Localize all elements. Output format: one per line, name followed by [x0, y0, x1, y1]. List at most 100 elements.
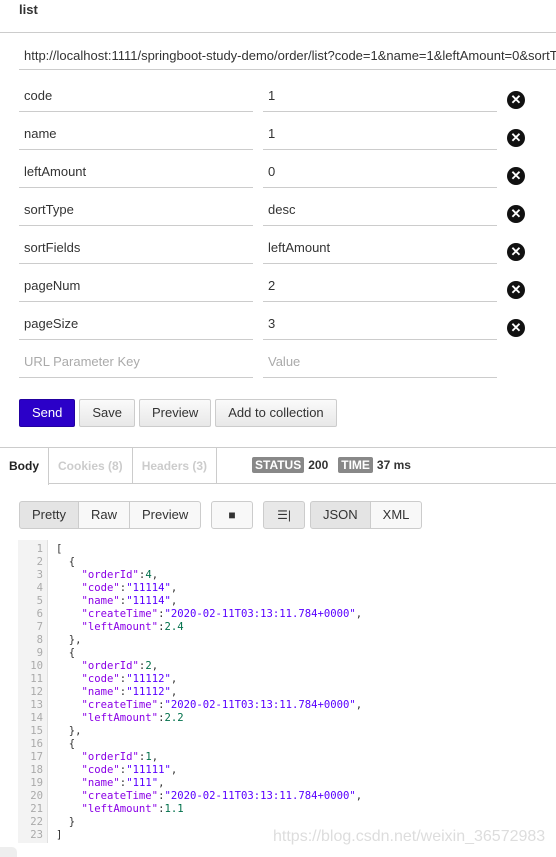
line-number: 1 — [36, 543, 43, 555]
response-body[interactable]: 1[2 {3 "orderId":4, 4 "code":"11114", 5 "n… — [18, 543, 362, 842]
code-token: "orderId" — [81, 569, 139, 581]
code-token: [ — [56, 543, 63, 555]
pretty-button[interactable]: Pretty — [19, 501, 79, 529]
line-number: 11 — [30, 673, 43, 685]
request-actions: Send Save Preview Add to collection — [19, 399, 337, 427]
xml-button[interactable]: XML — [370, 501, 423, 529]
param-value-input[interactable]: 3 — [263, 310, 497, 340]
json-button[interactable]: JSON — [310, 501, 371, 529]
code-token: "code" — [81, 673, 120, 685]
param-value-input[interactable]: leftAmount — [263, 234, 497, 264]
line-number: 10 — [30, 660, 43, 672]
watermark: https://blog.csdn.net/weixin_36572983 — [273, 828, 546, 845]
code-token: , — [151, 660, 159, 672]
send-button[interactable]: Send — [19, 399, 76, 427]
param-value-input[interactable]: 1 — [263, 82, 497, 112]
save-button[interactable]: Save — [79, 399, 136, 427]
code-token: , — [355, 608, 363, 620]
code-token: , — [355, 790, 363, 802]
code-token: , — [170, 686, 178, 698]
line-number: 13 — [30, 699, 43, 711]
line-number: 22 — [30, 816, 43, 828]
code-token: "11112" — [126, 673, 171, 685]
wrap-lines-button[interactable]: ☰| — [263, 501, 305, 529]
url-input[interactable]: http://localhost:1111/springboot-study-d… — [19, 40, 556, 70]
code-token: "orderId" — [81, 660, 139, 672]
param-row: sortType desc ✕ — [19, 196, 539, 226]
line-number: 9 — [36, 647, 43, 659]
code-line: 20 "createTime":"2020-02-11T03:13:11.784… — [18, 790, 362, 803]
preview-button[interactable]: Preview — [139, 399, 212, 427]
line-number: 23 — [30, 829, 43, 841]
code-token: "name" — [81, 777, 120, 789]
param-row: leftAmount 0 ✕ — [19, 158, 539, 188]
code-line: 6 "createTime":"2020-02-11T03:13:11.784+… — [18, 608, 363, 621]
line-number: 21 — [30, 803, 43, 815]
param-key-input[interactable]: name — [19, 120, 253, 150]
time-badge: TIME — [338, 457, 373, 473]
preview-view-button[interactable]: Preview — [129, 501, 202, 529]
code-token: , — [158, 777, 165, 789]
line-number: 12 — [30, 686, 43, 698]
code-token: "code" — [81, 764, 120, 776]
param-row: pageSize 3 ✕ — [19, 310, 539, 340]
code-line: 14 "leftAmount":2.2 — [18, 712, 362, 725]
param-key-input[interactable]: pageNum — [19, 272, 253, 302]
close-circle-icon[interactable]: ✕ — [507, 205, 525, 223]
request-title: list — [19, 2, 38, 17]
param-key-input[interactable]: leftAmount — [19, 158, 253, 188]
code-line: 12 "name":"11112", — [18, 686, 362, 699]
code-line: 9 { — [18, 647, 362, 660]
code-token: "11112" — [126, 686, 171, 698]
code-token: "11111" — [126, 764, 171, 776]
param-value-input[interactable]: 1 — [263, 120, 497, 150]
param-key-input[interactable]: code — [19, 82, 253, 112]
close-circle-icon[interactable]: ✕ — [507, 243, 525, 261]
param-key-input[interactable]: URL Parameter Key — [19, 348, 253, 378]
code-line: 4 "code":"11114", — [18, 582, 362, 595]
tab-body[interactable]: Body — [0, 448, 49, 485]
code-token: }, — [56, 725, 82, 737]
line-number: 4 — [36, 582, 43, 594]
tab-cookies[interactable]: Cookies (8) — [49, 448, 133, 483]
code-token: , — [151, 751, 159, 763]
code-token: "code" — [81, 582, 120, 594]
param-key-input[interactable]: pageSize — [19, 310, 253, 340]
add-to-collection-button[interactable]: Add to collection — [215, 399, 337, 427]
param-value-input[interactable]: 0 — [263, 158, 497, 188]
code-line: 10 "orderId":2, — [18, 660, 362, 673]
close-circle-icon[interactable]: ✕ — [507, 91, 525, 109]
code-line: 21 "leftAmount":1.1 — [18, 803, 362, 816]
code-line: 7 "leftAmount":2.4 — [18, 621, 362, 634]
line-number: 7 — [36, 621, 43, 633]
raw-button[interactable]: Raw — [78, 501, 130, 529]
code-line: 11 "code":"11112", — [18, 673, 362, 686]
close-circle-icon[interactable]: ✕ — [507, 319, 525, 337]
param-row: sortFields leftAmount ✕ — [19, 234, 539, 264]
response-status: STATUS 200 TIME 37 ms — [252, 457, 411, 473]
param-value-input[interactable]: Value — [263, 348, 497, 378]
line-number: 5 — [36, 595, 43, 607]
response-time: 37 ms — [376, 458, 411, 472]
status-code: 200 — [308, 458, 329, 472]
param-key-input[interactable]: sortType — [19, 196, 253, 226]
param-key-input[interactable]: sortFields — [19, 234, 253, 264]
tab-headers[interactable]: Headers (3) — [133, 448, 218, 483]
close-circle-icon[interactable]: ✕ — [507, 167, 525, 185]
param-value-input[interactable]: desc — [263, 196, 497, 226]
line-number: 16 — [30, 738, 43, 750]
fullscreen-button[interactable]: ■ — [211, 501, 253, 529]
close-circle-icon[interactable]: ✕ — [507, 281, 525, 299]
code-token: "2020-02-11T03:13:11.784+0000" — [164, 790, 356, 802]
code-line: 16 { — [18, 738, 362, 751]
code-line: 18 "code":"11111", — [18, 764, 362, 777]
close-circle-icon[interactable]: ✕ — [507, 129, 525, 147]
code-line: 19 "name":"111", — [18, 777, 362, 790]
code-token: , — [170, 764, 178, 776]
param-row: name 1 ✕ — [19, 120, 539, 150]
param-value-input[interactable]: 2 — [263, 272, 497, 302]
line-number: 17 — [30, 751, 43, 763]
